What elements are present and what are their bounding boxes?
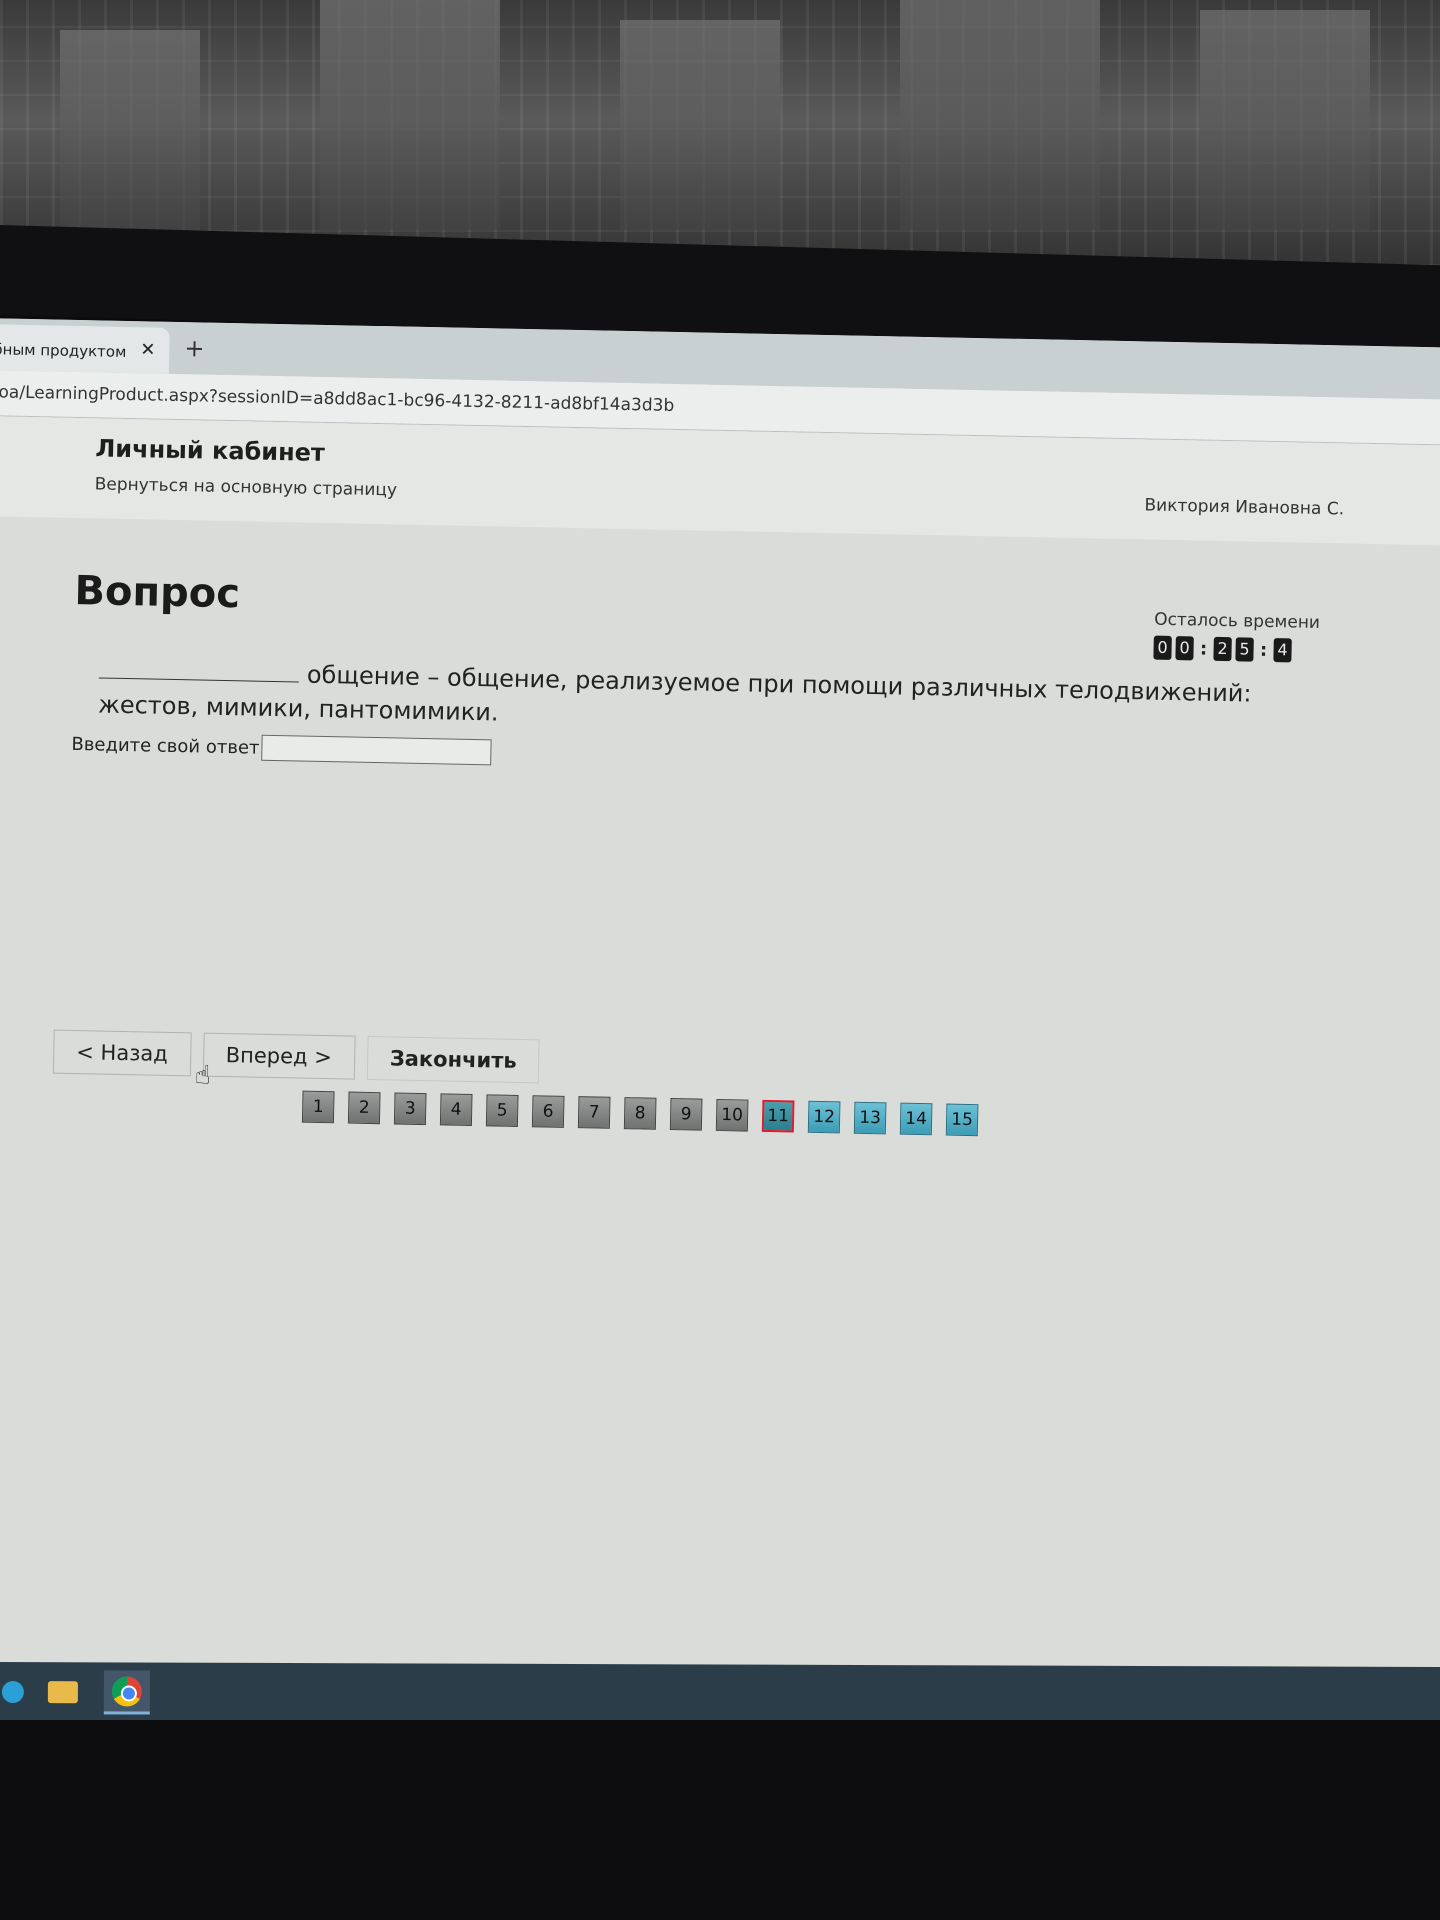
answer-label: Введите свой ответ bbox=[71, 733, 260, 759]
file-explorer-icon[interactable] bbox=[40, 1670, 86, 1714]
answer-row: Введите свой ответ bbox=[71, 731, 492, 766]
user-name: Виктория Ивановна С. bbox=[1144, 495, 1345, 520]
windows-taskbar bbox=[0, 1662, 1440, 1726]
building-shape bbox=[320, 0, 500, 230]
page-button-2[interactable]: 2 bbox=[347, 1091, 381, 1125]
browser-tab[interactable]: бным продуктом ✕ bbox=[0, 323, 170, 374]
question-text-block: общение – общение, реализуемое при помощ… bbox=[98, 653, 1299, 745]
page-button-5[interactable]: 5 bbox=[485, 1094, 519, 1127]
edge-logo bbox=[1, 1681, 24, 1704]
chrome-icon[interactable] bbox=[103, 1670, 150, 1715]
hand-cursor-icon: ☝ bbox=[194, 1060, 211, 1091]
page-button-9[interactable]: 9 bbox=[669, 1098, 703, 1131]
page-button-15[interactable]: 15 bbox=[945, 1103, 979, 1137]
navigation-buttons: < Назад Вперед > Закончить bbox=[52, 1029, 541, 1084]
new-tab-icon[interactable]: + bbox=[184, 334, 205, 362]
address-text: oa/LearningProduct.aspx?sessionID=a8dd8a… bbox=[0, 382, 675, 416]
close-tab-icon[interactable]: ✕ bbox=[140, 339, 156, 360]
page-content: Личный кабинет Вернуться на основную стр… bbox=[0, 415, 1440, 1746]
question-blank bbox=[98, 658, 300, 683]
back-to-main-link[interactable]: Вернуться на основную страницу bbox=[94, 474, 397, 500]
page-button-14[interactable]: 14 bbox=[899, 1102, 933, 1136]
timer-colon: : bbox=[1259, 639, 1268, 661]
forward-button[interactable]: Вперед > bbox=[202, 1032, 356, 1080]
building-shape bbox=[60, 30, 200, 230]
folder-shape bbox=[47, 1681, 78, 1704]
question-heading: Вопрос bbox=[74, 567, 241, 618]
cabinet-title: Личный кабинет bbox=[95, 434, 326, 467]
timer-digit: 0 bbox=[1153, 635, 1172, 660]
timer-digit: 0 bbox=[1175, 636, 1194, 661]
monitor-bezel-bottom bbox=[0, 1720, 1440, 1920]
timer-digit: 4 bbox=[1273, 638, 1292, 663]
page-button-13[interactable]: 13 bbox=[853, 1101, 887, 1135]
building-shape bbox=[900, 0, 1100, 230]
question-pagination: 1 2 3 4 5 6 7 8 9 10 11 12 13 14 15 bbox=[301, 1090, 979, 1137]
monitor-screen: бным продуктом ✕ + oa/LearningProduct.as… bbox=[0, 318, 1440, 1748]
page-button-4[interactable]: 4 bbox=[439, 1093, 473, 1127]
page-button-10[interactable]: 10 bbox=[715, 1098, 749, 1132]
finish-button[interactable]: Закончить bbox=[366, 1035, 541, 1084]
timer-digit: 5 bbox=[1235, 637, 1254, 662]
timer-digit: 2 bbox=[1213, 636, 1232, 662]
building-shape bbox=[620, 20, 780, 230]
page-button-8[interactable]: 8 bbox=[623, 1097, 657, 1130]
chrome-logo bbox=[111, 1675, 142, 1706]
page-button-12[interactable]: 12 bbox=[807, 1100, 841, 1134]
answer-input[interactable] bbox=[261, 734, 492, 766]
tab-label: бным продуктом bbox=[0, 340, 127, 361]
page-button-3[interactable]: 3 bbox=[393, 1092, 427, 1126]
building-shape bbox=[1200, 10, 1370, 230]
timer: Осталось времени 0 0 : 2 5 : 4 bbox=[1153, 610, 1320, 663]
page-button-1[interactable]: 1 bbox=[301, 1090, 335, 1124]
back-button[interactable]: < Назад bbox=[52, 1029, 192, 1077]
timer-digits: 0 0 : 2 5 : 4 bbox=[1153, 635, 1319, 663]
edge-icon[interactable] bbox=[0, 1670, 36, 1714]
page-button-11[interactable]: 11 bbox=[761, 1099, 795, 1133]
page-button-7[interactable]: 7 bbox=[577, 1096, 611, 1129]
timer-colon: : bbox=[1199, 638, 1208, 660]
timer-label: Осталось времени bbox=[1153, 609, 1321, 633]
page-button-6[interactable]: 6 bbox=[531, 1095, 565, 1128]
